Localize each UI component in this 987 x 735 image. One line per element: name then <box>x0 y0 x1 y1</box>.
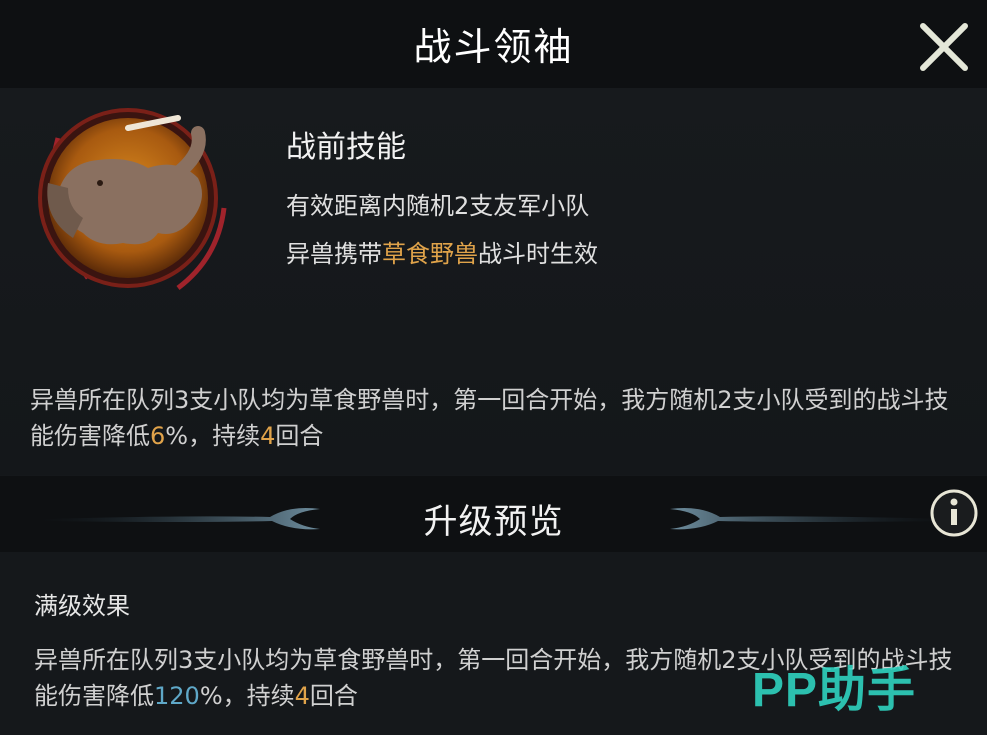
condition-highlight: 草食野兽 <box>382 240 478 268</box>
page-title: 战斗领袖 <box>413 25 574 69</box>
beast-portrait <box>28 98 228 298</box>
info-icon[interactable] <box>928 487 980 539</box>
skill-description: 异兽所在队列3支小队均为草食野兽时，第一回合开始，我方随机2支小队受到的战斗技能… <box>30 382 965 454</box>
skill-name: 战前技能 <box>286 130 406 165</box>
skill-range-text: 有效距离内随机2支友军小队 <box>286 192 590 220</box>
skill-condition-text: 异兽携带草食野兽战斗时生效 <box>286 234 598 269</box>
max-desc-mid: %，持续 <box>199 682 295 710</box>
watermark: PP助手 <box>752 664 917 717</box>
elephant-portrait-icon <box>38 108 227 290</box>
info-button[interactable] <box>928 487 980 539</box>
condition-post: 战斗时生效 <box>478 240 598 268</box>
close-button[interactable] <box>915 18 973 76</box>
max-desc-turns: 4 <box>294 682 310 710</box>
desc-turns: 4 <box>260 422 276 450</box>
desc-value: 6 <box>150 422 166 450</box>
max-desc-value: 120 <box>154 682 200 710</box>
close-icon[interactable] <box>915 18 973 76</box>
desc-mid: %，持续 <box>165 422 261 450</box>
max-level-label: 满级效果 <box>34 592 130 620</box>
upgrade-preview-title: 升级预览 <box>423 502 564 542</box>
desc-post: 回合 <box>275 422 324 450</box>
condition-pre: 异兽携带 <box>286 240 382 268</box>
max-desc-post: 回合 <box>309 682 358 710</box>
